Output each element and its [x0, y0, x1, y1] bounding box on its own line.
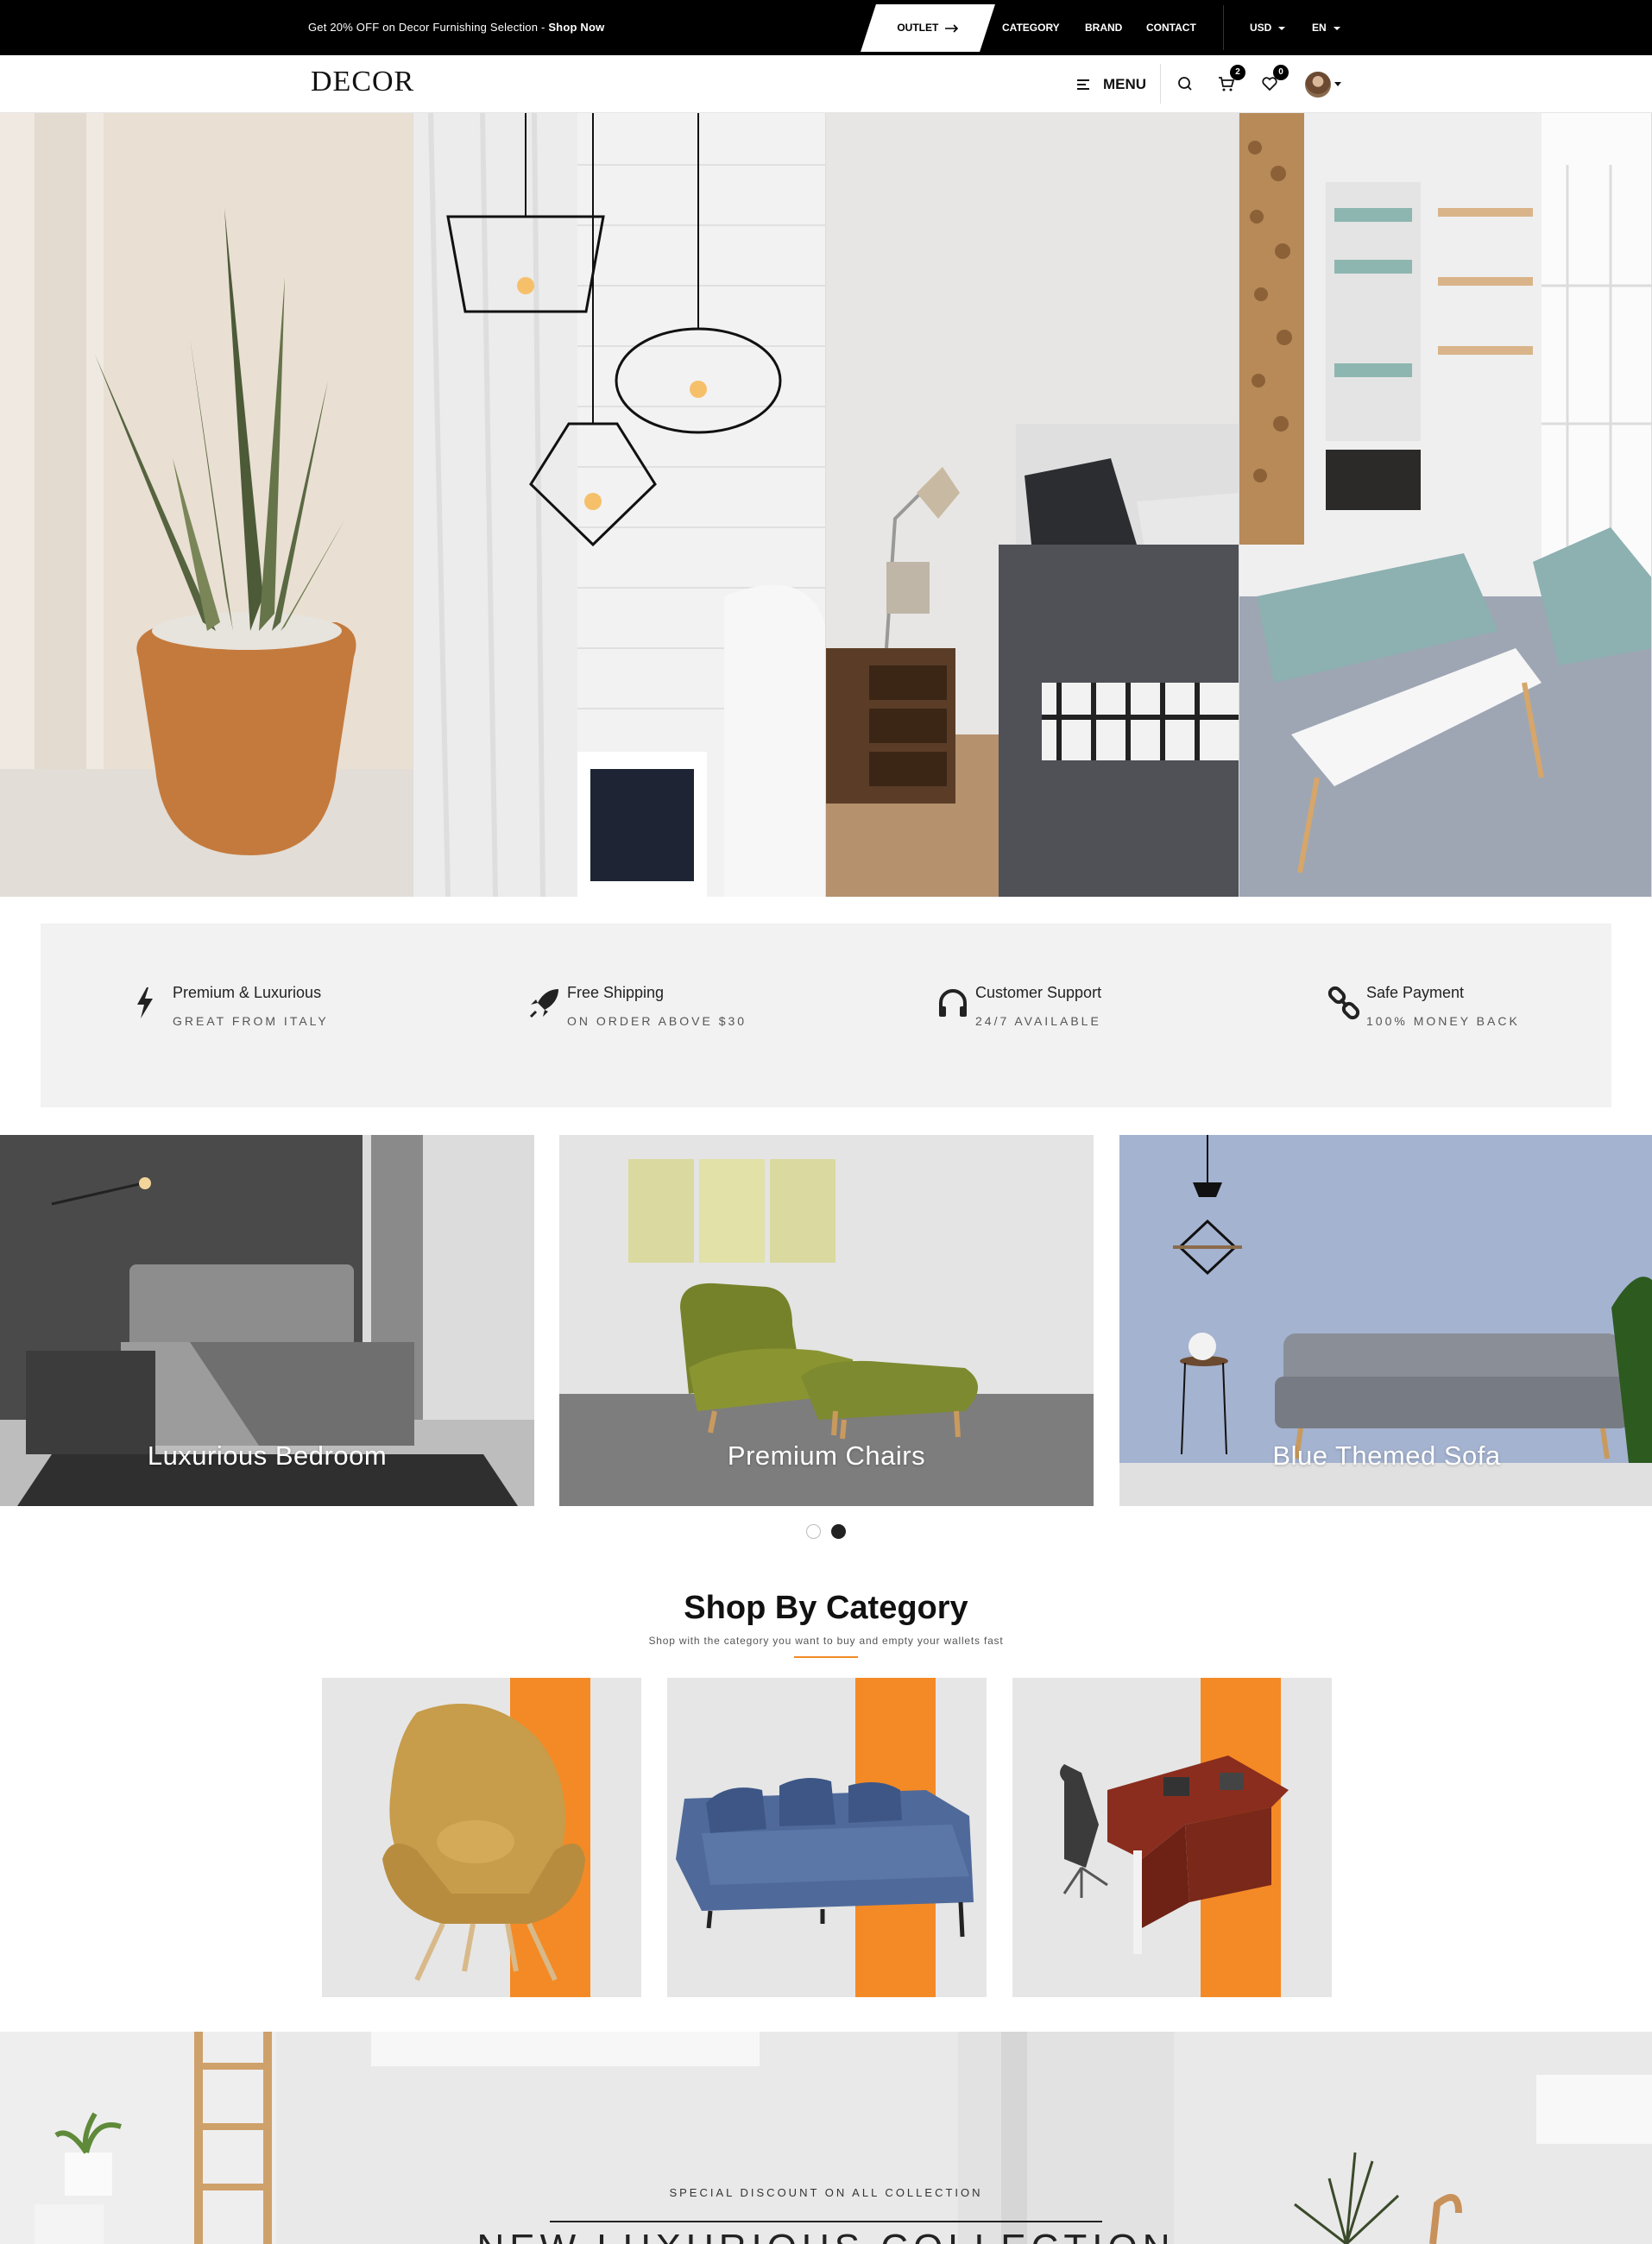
category-card-armchair[interactable] [322, 1678, 641, 1997]
feature-item: Premium & Luxurious GREAT FROM ITALY [137, 984, 329, 1028]
living-room-image [1239, 113, 1652, 897]
hero-panel-plant[interactable] [0, 113, 413, 897]
search-button[interactable] [1174, 72, 1196, 95]
armchair-image [382, 1704, 585, 1982]
shop-now-link[interactable]: Shop Now [548, 21, 604, 34]
feature-item: Safe Payment 100% MONEY BACK [1327, 984, 1520, 1028]
office-desk-image [1060, 1755, 1289, 1954]
carousel-dot-active[interactable] [831, 1524, 846, 1539]
logo-text: DECOR [311, 66, 415, 98]
carousel-dot[interactable] [806, 1524, 821, 1539]
section-underline [794, 1656, 858, 1658]
hamburger-icon [1077, 79, 1091, 90]
banner-title: NEW LUXURIOUS COLLECTION [0, 2227, 1652, 2244]
collection-title: Premium Chairs [727, 1440, 926, 1471]
promo-text: Get 20% OFF on Decor Furnishing Selectio… [308, 21, 549, 34]
feature-subtitle: 24/7 AVAILABLE [975, 1014, 1101, 1028]
menu-button[interactable]: MENU [1077, 55, 1146, 113]
outlet-button[interactable]: OUTLET [861, 4, 995, 52]
cart-button[interactable]: 2 [1215, 65, 1245, 95]
feature-subtitle: 100% MONEY BACK [1366, 1014, 1520, 1028]
hero-panel-living-room[interactable] [1239, 113, 1652, 897]
top-bar: Get 20% OFF on Decor Furnishing Selectio… [0, 0, 1652, 55]
feature-subtitle: ON ORDER ABOVE $30 [567, 1014, 747, 1028]
feature-title: Customer Support [975, 984, 1102, 1001]
lightning-icon [137, 987, 153, 1018]
logo[interactable]: DECOR [311, 66, 414, 98]
feature-item: Free Shipping ON ORDER ABOVE $30 [529, 984, 747, 1028]
features-strip: Premium & Luxurious GREAT FROM ITALY Fre… [41, 923, 1611, 1107]
banner-subtitle: SPECIAL DISCOUNT ON ALL COLLECTION [669, 2186, 983, 2199]
currency-select[interactable]: USD [1250, 0, 1286, 55]
sofa-image [676, 1778, 974, 1938]
pendant-lamps-image [413, 113, 826, 897]
feature-title: Premium & Luxurious [173, 984, 322, 1001]
hero-panel-lamps[interactable] [413, 113, 826, 897]
section-title: Shop By Category [684, 1590, 968, 1626]
feature-title: Safe Payment [1366, 984, 1465, 1001]
wishlist-count-badge: 0 [1273, 65, 1289, 80]
search-icon [1178, 77, 1192, 91]
feature-item: Customer Support 24/7 AVAILABLE [939, 984, 1102, 1028]
arrow-right-icon [944, 24, 958, 33]
category-card-sofa[interactable] [667, 1678, 987, 1997]
collection-title: Luxurious Bedroom [147, 1440, 388, 1471]
currency-value: USD [1250, 22, 1272, 34]
collection-title: Blue Themed Sofa [1272, 1440, 1501, 1471]
menu-label: MENU [1103, 76, 1147, 92]
nav-category[interactable]: CATEGORY [1002, 0, 1060, 55]
feature-subtitle: GREAT FROM ITALY [173, 1014, 329, 1028]
avatar[interactable] [1305, 72, 1331, 98]
plant-image [0, 113, 413, 897]
language-select[interactable]: EN [1312, 0, 1340, 55]
hero-gallery [0, 113, 1652, 897]
bedroom-image [826, 113, 1239, 897]
banner-divider [550, 2221, 1102, 2222]
section-subtitle: Shop with the category you want to buy a… [648, 1635, 1004, 1647]
chevron-down-icon [1278, 26, 1286, 30]
collection-card-chairs[interactable]: Premium Chairs [559, 1135, 1094, 1506]
rocket-icon [529, 989, 558, 1018]
site-header: DECOR MENU 2 0 [0, 55, 1652, 113]
banner-background-image [0, 2032, 1652, 2244]
header-divider [1160, 64, 1161, 104]
promo-banner: Get 20% OFF on Decor Furnishing Selectio… [308, 0, 604, 55]
outlet-label: OUTLET [897, 22, 939, 34]
collection-card-sofa[interactable]: Blue Themed Sofa [1119, 1135, 1652, 1506]
feature-title: Free Shipping [567, 984, 665, 1001]
topbar-divider [1223, 5, 1224, 50]
collection-card-bedroom[interactable]: Luxurious Bedroom [0, 1135, 534, 1506]
nav-brand[interactable]: BRAND [1085, 0, 1122, 55]
category-card-office-desk[interactable] [1012, 1678, 1332, 1997]
hero-panel-bedroom[interactable] [826, 113, 1239, 897]
headphones-icon [939, 989, 967, 1017]
chevron-down-icon[interactable] [1334, 82, 1341, 86]
wishlist-button[interactable]: 0 [1258, 65, 1289, 95]
cart-count-badge: 2 [1230, 65, 1245, 80]
discount-banner [0, 2032, 1652, 2244]
language-value: EN [1312, 22, 1327, 34]
chain-link-icon [1327, 986, 1360, 1020]
nav-contact[interactable]: CONTACT [1146, 0, 1196, 55]
chevron-down-icon [1333, 26, 1340, 30]
